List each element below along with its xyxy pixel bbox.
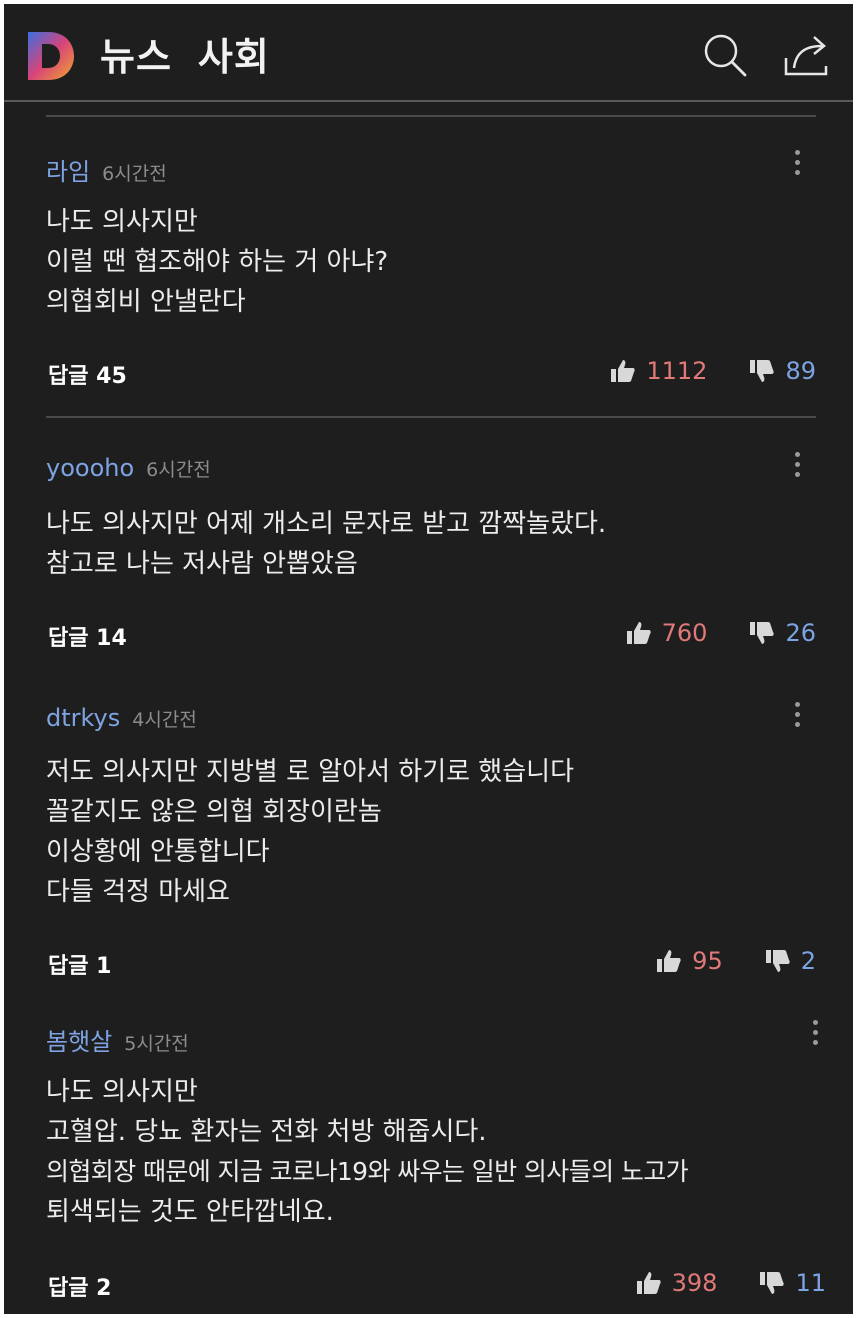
comment-line: 나도 의사지만 bbox=[46, 1077, 198, 1107]
comment-username[interactable]: 라임 bbox=[46, 158, 90, 186]
thumbs-up-icon[interactable] bbox=[636, 1270, 662, 1296]
comment-line: 다들 걱정 마세요 bbox=[46, 877, 230, 907]
comment-time: 6시간전 bbox=[102, 163, 167, 185]
vote-bar: 398 11 bbox=[636, 1266, 826, 1300]
search-icon[interactable] bbox=[702, 32, 748, 78]
like-count: 398 bbox=[671, 1269, 718, 1297]
section-label[interactable]: 뉴스 bbox=[100, 35, 172, 79]
comment-line: 의협회비 안낼란다 bbox=[46, 287, 246, 317]
comment-line: 의협회장 때문에 지금 코로나19와 싸우는 일반 의사들의 노고가 bbox=[46, 1157, 689, 1186]
thumbs-up-icon[interactable] bbox=[610, 358, 636, 384]
reply-button[interactable]: 답글 2 bbox=[48, 1270, 111, 1302]
category-label[interactable]: 사회 bbox=[198, 35, 270, 79]
thumbs-down-icon[interactable] bbox=[765, 948, 791, 974]
more-options-icon[interactable] bbox=[792, 702, 802, 732]
logo-icon[interactable] bbox=[26, 30, 76, 82]
like-count: 1112 bbox=[646, 357, 708, 385]
vote-bar: 1112 89 bbox=[610, 354, 816, 388]
dislike-count: 11 bbox=[795, 1269, 826, 1297]
comment-line: 참고로 나는 저사람 안뽑았음 bbox=[46, 549, 358, 579]
comment-username[interactable]: 봄햇살 bbox=[46, 1028, 112, 1056]
reply-button[interactable]: 답글 1 bbox=[48, 948, 111, 980]
comment-meta: yoooho 6시간전 bbox=[46, 454, 211, 482]
comment-body: 나도 의사지만 이럴 땐 협조해야 하는 거 아냐? 의협회비 안낼란다 bbox=[46, 202, 388, 322]
vote-bar: 760 26 bbox=[626, 616, 816, 650]
comment-username[interactable]: dtrkys bbox=[46, 704, 120, 732]
comment-footer: 답글 2 398 11 bbox=[46, 1266, 826, 1302]
comment-time: 6시간전 bbox=[146, 459, 211, 481]
comment-line: 고혈압. 당뇨 환자는 전화 처방 해줍시다. bbox=[46, 1117, 487, 1147]
comment-meta: 봄햇살 5시간전 bbox=[46, 1022, 189, 1057]
comment-divider bbox=[46, 416, 816, 418]
comment-divider bbox=[46, 115, 816, 117]
thumbs-down-icon[interactable] bbox=[749, 620, 775, 646]
comment-body: 저도 의사지만 지방별 로 알아서 하기로 했습니다 꼴같지도 않은 의협 회장… bbox=[46, 752, 574, 912]
comment-meta: dtrkys 4시간전 bbox=[46, 704, 197, 732]
reply-button[interactable]: 답글 45 bbox=[48, 358, 127, 390]
thumbs-up-icon[interactable] bbox=[656, 948, 682, 974]
reply-button[interactable]: 답글 14 bbox=[48, 620, 127, 652]
thumbs-down-icon[interactable] bbox=[749, 358, 775, 384]
comment-footer: 답글 1 95 2 bbox=[46, 944, 816, 980]
comment-line: 이럴 땐 협조해야 하는 거 아냐? bbox=[46, 247, 389, 277]
comment-line: 꼴같지도 않은 의협 회장이란놈 bbox=[46, 797, 382, 827]
app-frame: 뉴스 사회 라임 6시간전 나도 의사지만 이럴 땐 협조해야 하는 거 아냐? 의… bbox=[4, 4, 853, 1314]
comment-line: 저도 의사지만 지방별 로 알아서 하기로 했습니다 bbox=[46, 757, 574, 787]
comment-line: 퇴색되는 것도 안타깝네요. bbox=[46, 1197, 334, 1227]
comment-footer: 답글 45 1112 89 bbox=[46, 354, 816, 390]
vote-bar: 95 2 bbox=[656, 944, 816, 978]
dislike-count: 89 bbox=[785, 357, 816, 385]
comment-line: 나도 의사지만 bbox=[46, 207, 198, 237]
like-count: 95 bbox=[692, 947, 723, 975]
thumbs-down-icon[interactable] bbox=[759, 1270, 785, 1296]
comment-body: 나도 의사지만 고혈압. 당뇨 환자는 전화 처방 해줍시다. 의협회장 때문에… bbox=[46, 1072, 689, 1232]
comment-time: 4시간전 bbox=[132, 709, 197, 731]
comment-body: 나도 의사지만 어제 개소리 문자로 받고 깜짝놀랐다. 참고로 나는 저사람 … bbox=[46, 504, 606, 584]
comment-line: 나도 의사지만 어제 개소리 문자로 받고 깜짝놀랐다. bbox=[46, 509, 607, 539]
comment-username[interactable]: yoooho bbox=[46, 454, 134, 482]
thumbs-up-icon[interactable] bbox=[626, 620, 652, 646]
page-title: 뉴스 사회 bbox=[100, 26, 270, 81]
comment-footer: 답글 14 760 26 bbox=[46, 616, 816, 652]
dislike-count: 2 bbox=[800, 947, 816, 975]
comment-meta: 라임 6시간전 bbox=[46, 152, 167, 187]
more-options-icon[interactable] bbox=[792, 150, 802, 180]
comment-time: 5시간전 bbox=[124, 1033, 189, 1055]
like-count: 760 bbox=[661, 619, 708, 647]
app-header: 뉴스 사회 bbox=[4, 4, 853, 102]
dislike-count: 26 bbox=[785, 619, 816, 647]
more-options-icon[interactable] bbox=[792, 452, 802, 482]
comment-line: 이상황에 안통합니다 bbox=[46, 837, 270, 867]
share-icon[interactable] bbox=[782, 32, 828, 78]
more-options-icon[interactable] bbox=[810, 1020, 820, 1050]
